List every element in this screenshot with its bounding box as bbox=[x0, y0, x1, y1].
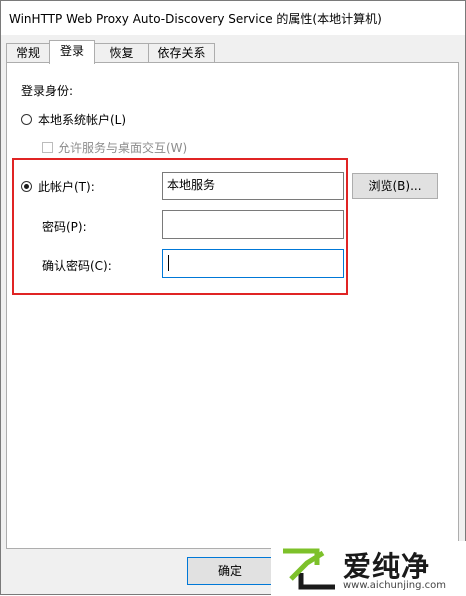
tab-general[interactable]: 常规 bbox=[6, 43, 50, 63]
desktop-interact-checkbox[interactable] bbox=[42, 142, 53, 153]
confirm-password-label: 确认密码(C): bbox=[42, 259, 112, 273]
tab-login[interactable]: 登录 bbox=[49, 40, 95, 64]
login-panel bbox=[6, 62, 459, 549]
tab-bar: 常规 登录 恢复 依存关系 bbox=[1, 40, 465, 64]
tab-recovery[interactable]: 恢复 bbox=[94, 43, 149, 63]
this-account-label[interactable]: 此帐户(T): bbox=[38, 178, 95, 195]
properties-dialog: WinHTTP Web Proxy Auto-Discovery Service… bbox=[0, 0, 466, 596]
account-input[interactable]: 本地服务 bbox=[162, 172, 344, 200]
text-caret bbox=[168, 255, 169, 271]
brand-logo-icon bbox=[283, 548, 335, 590]
watermark-url: www.aichunjing.com bbox=[343, 580, 446, 591]
login-as-label: 登录身份: bbox=[21, 84, 74, 98]
local-system-radio[interactable] bbox=[21, 114, 32, 125]
title-bar[interactable]: WinHTTP Web Proxy Auto-Discovery Service… bbox=[1, 1, 465, 35]
tab-dependencies[interactable]: 依存关系 bbox=[148, 43, 215, 63]
this-account-radio[interactable] bbox=[21, 181, 32, 192]
password-input[interactable] bbox=[162, 210, 344, 239]
ok-button[interactable]: 确定 bbox=[187, 557, 273, 585]
radio-selected-dot bbox=[24, 184, 29, 189]
confirm-password-input[interactable] bbox=[162, 249, 344, 278]
watermark-brand: 爱纯净 bbox=[343, 550, 431, 583]
browse-button[interactable]: 浏览(B)... bbox=[352, 173, 438, 199]
password-label: 密码(P): bbox=[42, 220, 87, 234]
local-system-label[interactable]: 本地系统帐户(L) bbox=[38, 111, 126, 128]
watermark: 爱纯净 www.aichunjing.com bbox=[271, 541, 466, 596]
desktop-interact-label[interactable]: 允许服务与桌面交互(W) bbox=[58, 139, 187, 156]
window-title: WinHTTP Web Proxy Auto-Discovery Service… bbox=[9, 12, 382, 26]
